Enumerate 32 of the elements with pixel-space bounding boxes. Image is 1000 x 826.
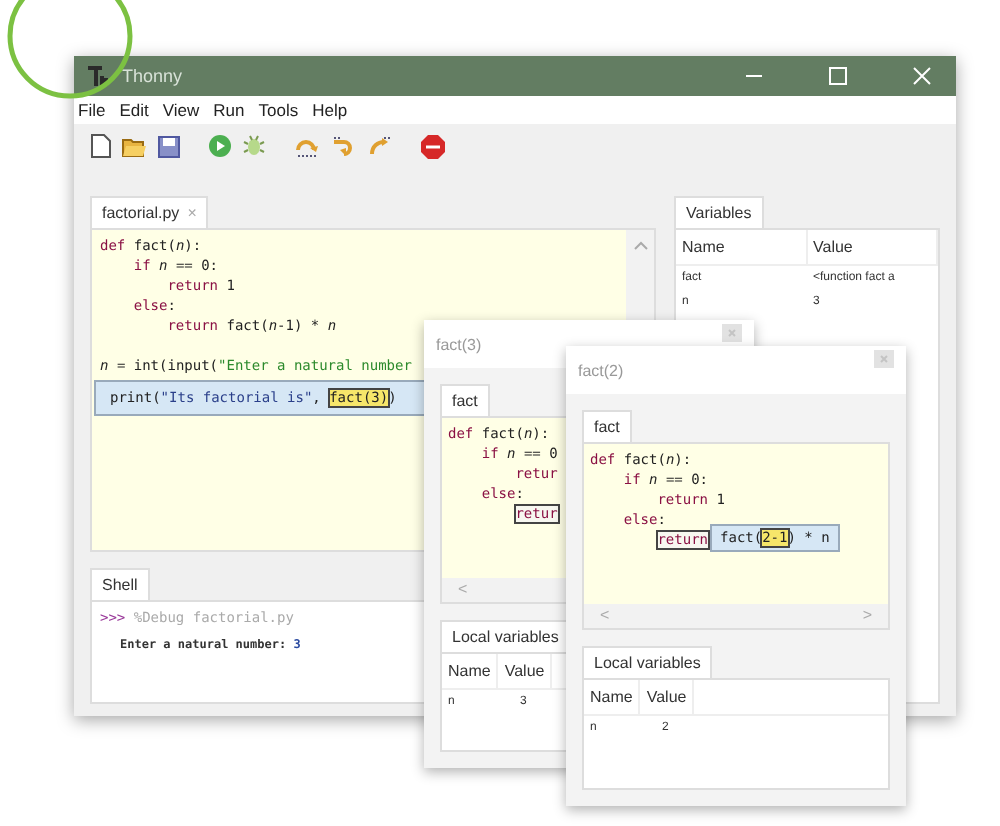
menu-item[interactable]: File (78, 100, 106, 120)
menu-item[interactable]: View (162, 100, 200, 120)
menu-item[interactable]: Tools (258, 100, 299, 120)
run-icon[interactable] (208, 134, 232, 158)
app-logo-icon (86, 64, 110, 88)
menu-item[interactable]: Run (213, 100, 245, 120)
bug-icon[interactable] (242, 134, 266, 158)
column-header[interactable]: Name (676, 230, 807, 264)
file-tab[interactable]: factorial.py × (90, 196, 209, 228)
window-title: fact(3) (436, 335, 482, 353)
function-tab[interactable]: fact (582, 410, 632, 442)
column-header[interactable]: Value (807, 230, 938, 264)
folder-icon[interactable] (122, 135, 148, 157)
variables-tab[interactable]: Variables (674, 196, 764, 228)
column-header[interactable]: Value (640, 680, 695, 714)
shell-tab[interactable]: Shell (90, 568, 150, 600)
local-variables-tab[interactable]: Local variables (440, 620, 571, 652)
window-title: Thonny (122, 66, 183, 86)
menu-item[interactable]: Edit (119, 100, 149, 120)
new-file-icon[interactable] (90, 134, 112, 158)
step-over-icon[interactable] (294, 135, 320, 157)
local-variables-tab[interactable]: Local variables (582, 646, 713, 678)
column-header[interactable]: Name (442, 654, 499, 688)
menu-item[interactable]: Help (312, 100, 348, 120)
column-header[interactable]: Name (584, 680, 641, 714)
scroll-up-icon[interactable] (633, 240, 647, 250)
column-header[interactable]: Value (498, 654, 553, 688)
maximize-icon[interactable] (828, 66, 848, 86)
function-tab[interactable]: fact (440, 384, 490, 416)
close-icon[interactable] (912, 66, 932, 86)
stop-icon[interactable] (420, 133, 446, 159)
window-title: fact(2) (578, 361, 624, 379)
